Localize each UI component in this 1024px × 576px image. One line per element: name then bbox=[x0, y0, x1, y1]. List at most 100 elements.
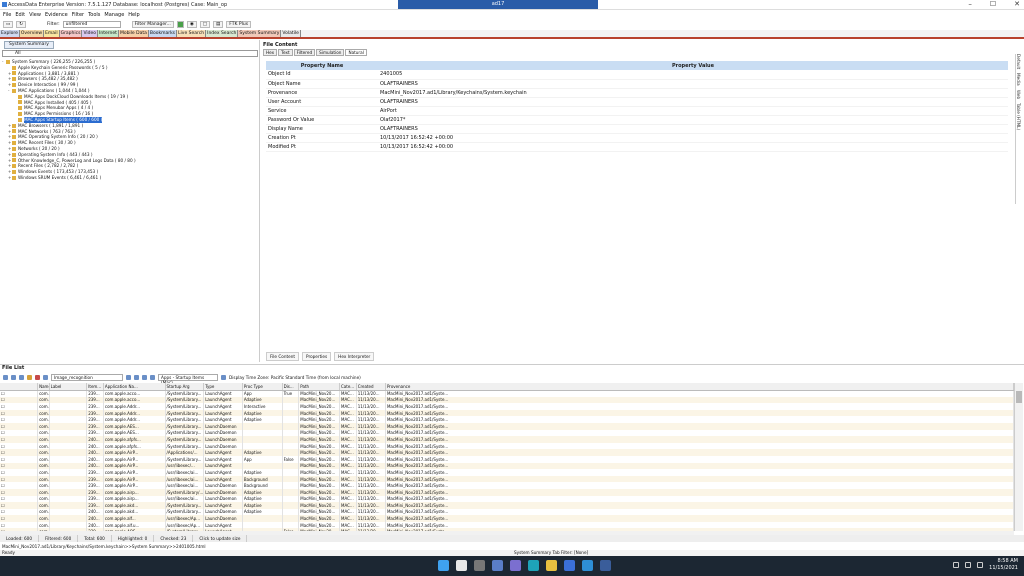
tab-email[interactable]: Email bbox=[44, 30, 60, 37]
remote-session-bar[interactable]: ad17 bbox=[398, 0, 598, 9]
refresh-icon[interactable]: ↻ bbox=[16, 20, 27, 28]
update-size-button[interactable]: Click to update size bbox=[193, 535, 248, 542]
wifi-icon[interactable] bbox=[965, 562, 972, 568]
chat-icon[interactable] bbox=[510, 560, 521, 571]
table-row[interactable]: ☐com.apple.AirP...239...com.apple.AirP..… bbox=[0, 475, 1015, 483]
keyword-filter-input[interactable]: All bbox=[2, 50, 258, 57]
column-template-select[interactable]: Image_recognition bbox=[51, 373, 123, 381]
table-row[interactable]: ☐com.apple.AirP...240...com.apple.AirP..… bbox=[0, 449, 1015, 456]
row-checkbox[interactable]: ☐ bbox=[0, 502, 39, 509]
tab-hex[interactable]: Hex bbox=[263, 49, 278, 56]
tree-item[interactable]: + Windows SRUM Events ( 6,461 / 6,461 ) bbox=[2, 175, 258, 181]
checkbox-column-header[interactable] bbox=[0, 383, 39, 391]
accessdata-icon[interactable] bbox=[600, 560, 611, 571]
row-checkbox[interactable]: ☐ bbox=[0, 508, 39, 516]
tab-system-summary[interactable]: System Summary bbox=[238, 30, 282, 37]
column-header[interactable]: Name bbox=[37, 383, 50, 391]
filter-select[interactable]: unfiltered bbox=[62, 20, 121, 28]
table-row[interactable]: ☐com.apple.Addr...239...com.apple.Addr..… bbox=[0, 409, 1015, 417]
row-checkbox[interactable]: ☐ bbox=[0, 416, 39, 423]
menu-file[interactable]: File bbox=[3, 11, 11, 19]
green-filter-icon[interactable] bbox=[176, 20, 184, 28]
side-tab-media[interactable]: Media bbox=[1016, 73, 1021, 86]
property-row[interactable]: Object Name OLAFTRAINERS bbox=[266, 79, 1008, 89]
table-row[interactable]: ☐com.apple.AES...239...com.apple.AES.../… bbox=[0, 429, 1015, 437]
tab-system-summary-pane[interactable]: System Summary bbox=[4, 41, 54, 49]
store-icon[interactable] bbox=[564, 560, 575, 571]
uncheck-icon[interactable] bbox=[11, 374, 16, 380]
scroll-thumb[interactable] bbox=[1016, 391, 1022, 403]
row-checkbox[interactable]: ☐ bbox=[0, 396, 39, 404]
filter-manager-button[interactable]: Filter Manager... bbox=[131, 20, 174, 28]
tab-natural[interactable]: Natural bbox=[345, 49, 367, 56]
row-checkbox[interactable]: ☐ bbox=[0, 436, 39, 443]
row-checkbox[interactable]: ☐ bbox=[0, 455, 39, 463]
row-checkbox[interactable]: ☐ bbox=[0, 442, 39, 450]
ftk-plus-button[interactable]: FTK Plus bbox=[226, 20, 252, 28]
globe-icon[interactable]: ◉ bbox=[186, 20, 197, 28]
widgets-icon[interactable] bbox=[492, 560, 503, 571]
table-row[interactable]: ☐com.apple.afpfs...240...com.apple.afpfs… bbox=[0, 436, 1015, 443]
tab-explore[interactable]: Explore bbox=[0, 30, 20, 37]
property-row[interactable]: Provenance MacMini_Nov2017.ad1/Library/Ke… bbox=[266, 88, 1008, 98]
tab-file-content[interactable]: File Content bbox=[266, 352, 299, 361]
table-row[interactable]: ☐com.apple.AirP...239...com.apple.AirP..… bbox=[0, 482, 1015, 489]
tab-volatile[interactable]: Volatile bbox=[281, 30, 301, 37]
tab-filtered[interactable]: Filtered bbox=[293, 49, 316, 56]
table-row[interactable]: ☐com.apple.akd...240...com.apple.akd.../… bbox=[0, 508, 1015, 516]
table-row[interactable]: ☐com.apple.AirP...240...com.apple.AirP..… bbox=[0, 455, 1015, 463]
row-checkbox[interactable]: ☐ bbox=[0, 403, 39, 410]
chevron-up-icon[interactable] bbox=[953, 562, 960, 568]
column-header[interactable]: Label bbox=[49, 383, 88, 391]
refresh-list-icon[interactable] bbox=[221, 374, 226, 380]
tab-properties[interactable]: Properties bbox=[302, 352, 332, 361]
table-row[interactable]: ☐com.apple.Addr...239...com.apple.Addr..… bbox=[0, 416, 1015, 423]
task-view-icon[interactable] bbox=[474, 560, 485, 571]
property-row[interactable]: User Account OLAFTRAINERS bbox=[266, 97, 1008, 107]
table-row[interactable]: ☐com.apple.AES...239...com.apple.AES.../… bbox=[0, 422, 1015, 430]
menu-evidence[interactable]: Evidence bbox=[45, 11, 68, 19]
side-tab-table-html[interactable]: Table (HTML) bbox=[1016, 103, 1021, 130]
row-checkbox[interactable]: ☐ bbox=[0, 469, 39, 476]
property-row[interactable]: Password Or Value Olaf2017* bbox=[266, 115, 1008, 125]
table-row[interactable]: ☐com.apple.AirP...240...com.apple.AirP..… bbox=[0, 462, 1015, 470]
tab-index-search[interactable]: Index Search bbox=[206, 30, 239, 37]
menu-manage[interactable]: Manage bbox=[104, 11, 124, 19]
tab-simulation[interactable]: Simulation bbox=[316, 49, 345, 56]
column-header[interactable]: Cate... bbox=[339, 383, 357, 391]
row-checkbox[interactable]: ☐ bbox=[0, 422, 39, 430]
type-select[interactable]: Apps - Startup Items (Mac) bbox=[158, 373, 218, 385]
property-row[interactable]: Object Id 2401005 bbox=[266, 70, 1008, 80]
tab-hex-interpreter[interactable]: Hex Interpreter bbox=[334, 352, 375, 361]
file-list-scrollbar[interactable] bbox=[1014, 383, 1023, 531]
tab-internet[interactable]: Internet bbox=[98, 30, 119, 37]
minimize-icon[interactable]: – bbox=[968, 0, 972, 9]
bookmark-icon[interactable] bbox=[27, 374, 32, 380]
explorer-icon[interactable] bbox=[546, 560, 557, 571]
table-row[interactable]: ☐com.apple.Addr...239...com.apple.Addr..… bbox=[0, 403, 1015, 410]
clock[interactable]: 8:58 AM 11/15/2021 bbox=[989, 558, 1018, 572]
menu-help[interactable]: Help bbox=[128, 11, 139, 19]
list-icon[interactable] bbox=[150, 374, 155, 380]
grid-icon[interactable] bbox=[142, 374, 147, 380]
table-row[interactable]: ☐com.apple.acco...239...com.apple.acco..… bbox=[0, 396, 1015, 404]
row-checkbox[interactable]: ☐ bbox=[0, 482, 39, 489]
column-header[interactable]: Item... bbox=[86, 383, 104, 391]
tag-icon[interactable] bbox=[134, 374, 139, 380]
tab-mobile-data[interactable]: Mobile Data bbox=[118, 30, 149, 37]
column-header[interactable]: Dis... bbox=[282, 383, 300, 391]
table-row[interactable]: ☐com.apple.airp...239...com.apple.airp..… bbox=[0, 488, 1015, 496]
property-row[interactable]: Service AirPort bbox=[266, 106, 1008, 116]
check-all-icon[interactable] bbox=[3, 374, 8, 380]
tab-overview[interactable]: Overview bbox=[19, 30, 45, 37]
tab-graphics[interactable]: Graphics bbox=[59, 30, 83, 37]
property-row[interactable]: Display Name OLAFTRAINERS bbox=[266, 124, 1008, 134]
side-tab-default[interactable]: Default bbox=[1016, 54, 1021, 69]
column-header[interactable]: Proc Type bbox=[242, 383, 283, 391]
property-row[interactable]: Creation Pt 10/13/2017 16:52:42 +00:00 bbox=[266, 133, 1008, 143]
column-header[interactable]: Created bbox=[356, 383, 386, 391]
square-icon[interactable]: □ bbox=[199, 20, 211, 28]
search-icon[interactable] bbox=[456, 560, 467, 571]
tab-text[interactable]: Text bbox=[278, 49, 293, 56]
column-header[interactable]: Startup Arg bbox=[165, 383, 205, 391]
